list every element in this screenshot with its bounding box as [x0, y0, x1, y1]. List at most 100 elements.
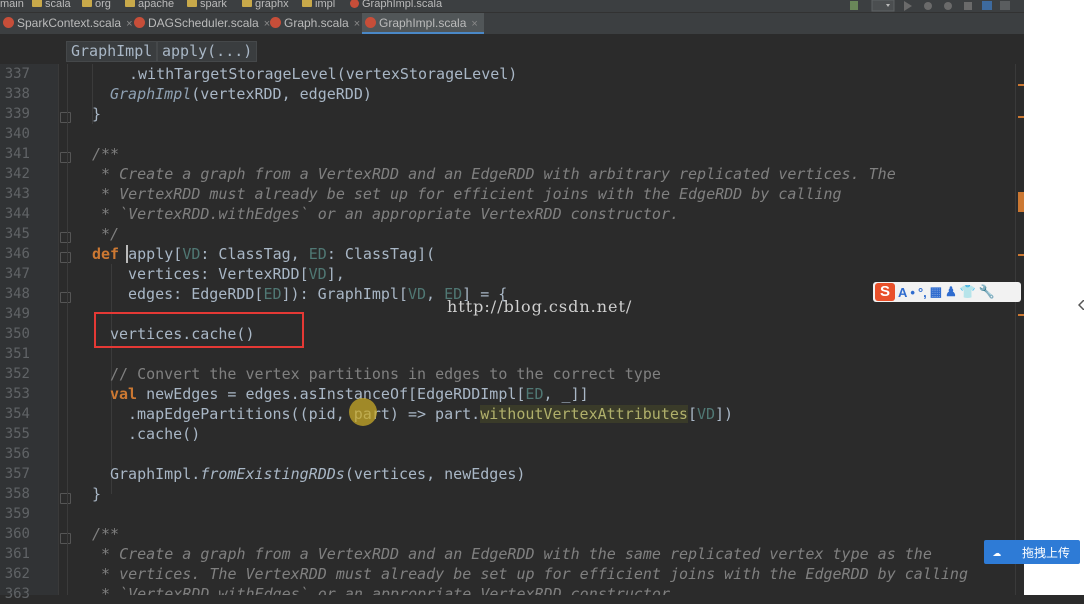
code-token: : ClassTag,	[200, 245, 309, 263]
code-token: .cache()	[128, 425, 201, 443]
folder-icon	[125, 0, 135, 8]
keyword-token: def	[92, 245, 120, 263]
structure-breadcrumb: GraphImpl apply(...)	[0, 35, 1024, 64]
stop-icon	[964, 2, 972, 10]
code-text: .withTargetStorageLevel(vertexStorageLev…	[59, 64, 968, 595]
code-line-344: * `VertexRDD.withEdges` or an appropriat…	[92, 204, 679, 224]
code-token: (vertexRDD, edgeRDD)	[191, 85, 372, 103]
tab-label: DAGScheduler.scala	[148, 16, 259, 30]
breadcrumb-spark[interactable]: spark	[187, 0, 227, 10]
watermark: http://blog.csdn.net/	[447, 297, 633, 316]
code-line-345: */	[92, 224, 119, 244]
breadcrumb-main[interactable]: main	[0, 0, 24, 10]
cloud-icon: ☁	[992, 544, 1002, 560]
tab-label: GraphImpl.scala	[379, 16, 467, 30]
breadcrumb-label: spark	[200, 0, 227, 10]
tab-label: SparkContext.scala	[17, 16, 122, 30]
ime-item[interactable]: 🔧	[979, 284, 995, 300]
line-number: 361	[4, 546, 30, 562]
breadcrumb-impl[interactable]: impl	[302, 0, 335, 10]
line-number: 337	[4, 66, 30, 82]
code-line-343: * VertexRDD must already be set up for e…	[92, 184, 842, 204]
tab-graph[interactable]: Graph.scala ×	[267, 13, 360, 34]
ime-item[interactable]: ▦	[930, 284, 942, 300]
line-number: 349	[4, 306, 30, 322]
code-token: }	[92, 105, 102, 123]
line-number: 342	[4, 166, 30, 182]
code-token: [	[173, 245, 183, 263]
comment-token: * VertexRDD must already be set up for e…	[92, 185, 842, 203]
line-number: 358	[4, 486, 30, 502]
comment-token: /**	[92, 525, 120, 543]
toolbar-icons	[850, 0, 1020, 12]
code-line-347: vertices: VertexRDD[VD],	[128, 264, 345, 284]
keyword-token: val	[110, 385, 138, 403]
build-icon	[850, 1, 858, 10]
editor-tabs: SparkContext.scala × DAGScheduler.scala × …	[0, 13, 1024, 35]
type-param-token: VD	[308, 265, 327, 283]
code-token: ,	[426, 285, 445, 303]
breadcrumb-scala[interactable]: scala	[32, 0, 71, 10]
folder-icon	[32, 0, 42, 8]
line-number: 339	[4, 106, 30, 122]
sogou-logo-icon[interactable]: S	[875, 283, 895, 301]
line-number-gutter: 337 338 339 340 341 342 343 344 345 346 347 348 349 3…	[0, 64, 71, 602]
line-number: 348	[4, 286, 30, 302]
breadcrumb-label: apache	[138, 0, 175, 10]
navigation-bar: main scala org apache spark graphx impl …	[0, 0, 1024, 13]
code-line-337: .withTargetStorageLevel(vertexStorageLev…	[129, 64, 517, 84]
breadcrumb-graphx[interactable]: graphx	[242, 0, 289, 10]
close-icon[interactable]: ×	[471, 18, 477, 30]
chevron-left-icon[interactable]	[1078, 300, 1084, 310]
code-token: apply	[128, 245, 174, 263]
line-number: 343	[4, 186, 30, 202]
debug-icon	[924, 2, 932, 10]
comment-token: * Create a graph from a VertexRDD and an…	[92, 545, 932, 563]
code-line-361: * Create a graph from a VertexRDD and an…	[92, 544, 932, 564]
close-icon[interactable]: ×	[354, 18, 360, 30]
breadcrumb-org[interactable]: org	[82, 0, 111, 10]
comment-token: /**	[92, 145, 120, 163]
breadcrumb-file[interactable]: GraphImpl.scala	[350, 0, 442, 10]
breadcrumb-apache[interactable]: apache	[125, 0, 174, 10]
sdk-icon	[1000, 1, 1010, 10]
run-toolbar-icons[interactable]	[850, 0, 1020, 12]
code-token: GraphImpl	[110, 85, 192, 103]
code-line-342: * Create a graph from a VertexRDD and an…	[92, 164, 896, 184]
mouse-cursor-highlight	[349, 398, 377, 426]
tab-sparkcontext[interactable]: SparkContext.scala ×	[0, 13, 133, 34]
code-line-362: * vertices. The VertexRDD must already b…	[92, 564, 968, 584]
folder-icon	[242, 0, 252, 8]
type-param-token: VD	[407, 285, 427, 303]
code-token: ]): GraphImpl[	[281, 285, 408, 303]
code-token: fromExistingRDDs	[200, 465, 345, 483]
ime-item[interactable]: A	[898, 285, 907, 300]
scala-file-icon	[270, 17, 281, 29]
coverage-icon	[944, 2, 952, 10]
tab-graphimpl[interactable]: GraphImpl.scala ×	[362, 13, 484, 34]
line-number: 362	[4, 566, 30, 582]
scala-file-icon	[365, 17, 376, 29]
line-number: 338	[4, 86, 30, 102]
crumb-class[interactable]: GraphImpl	[66, 41, 158, 62]
crumb-method[interactable]: apply(...)	[157, 41, 258, 62]
ime-item[interactable]: •	[910, 285, 915, 300]
ime-item[interactable]: °,	[918, 285, 927, 300]
tab-dagscheduler[interactable]: DAGScheduler.scala ×	[131, 13, 270, 34]
line-number: 346	[4, 246, 30, 262]
ime-item[interactable]: ♟	[945, 284, 957, 300]
code-token: GraphImpl.	[110, 465, 201, 483]
comment-token: * `VertexRDD.withEdges` or an appropriat…	[92, 585, 679, 595]
ime-toolbar[interactable]: S A • °, ▦ ♟ 👕 🔧	[873, 282, 1021, 302]
code-token: [	[687, 405, 697, 423]
code-token: (vertices	[344, 465, 427, 483]
line-number: 345	[4, 226, 30, 242]
code-token: , newEdges)	[426, 465, 526, 483]
ime-item[interactable]: 👕	[960, 284, 976, 300]
code-token: edges: EdgeRDD[	[128, 285, 264, 303]
comment-token: * Create a graph from a VertexRDD and an…	[92, 165, 896, 183]
outside-window-area	[1024, 0, 1084, 595]
line-number: 352	[4, 366, 30, 382]
upload-button[interactable]: ☁ 拖拽上传	[984, 540, 1080, 564]
code-line-346: def apply[VD: ClassTag, ED: ClassTag](	[92, 244, 435, 264]
